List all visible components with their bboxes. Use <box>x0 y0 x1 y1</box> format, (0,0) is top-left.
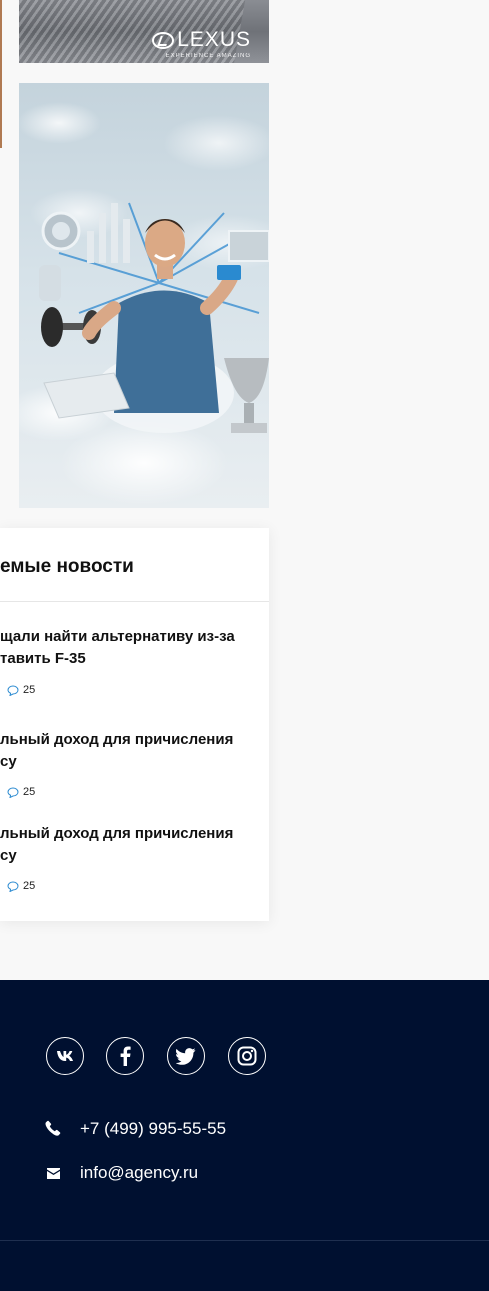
page-edge-accent <box>0 0 2 148</box>
news-item-comments: 25 <box>7 786 35 798</box>
news-item-comments: 25 <box>7 684 35 696</box>
footer-email[interactable]: info@agency.ru <box>80 1163 198 1183</box>
comment-bubble-icon <box>7 787 19 798</box>
instagram-link[interactable] <box>228 1037 266 1075</box>
facebook-icon <box>120 1046 131 1066</box>
comment-bubble-icon <box>7 685 19 696</box>
news-item-title[interactable]: льный доход для причисления су <box>0 729 250 773</box>
fitness-ad-illustration <box>39 202 269 433</box>
footer-divider <box>0 1240 489 1241</box>
lexus-ad-banner[interactable]: LEXUS EXPERIENCE AMAZING <box>19 0 269 63</box>
news-item-title[interactable]: льный доход для причисления су <box>0 823 250 867</box>
news-item-title[interactable]: щали найти альтернативу из-за тавить F-3… <box>0 626 250 670</box>
comment-bubble-icon <box>7 881 19 892</box>
news-item-comments: 25 <box>7 880 35 892</box>
news-widget-title: емые новости <box>0 556 134 577</box>
twitter-icon <box>176 1047 196 1065</box>
facebook-link[interactable] <box>106 1037 144 1075</box>
news-item-comment-count: 25 <box>23 880 36 892</box>
vk-icon <box>57 1051 73 1061</box>
twitter-link[interactable] <box>167 1037 205 1075</box>
news-item-comment-count: 25 <box>23 786 36 798</box>
email-icon <box>47 1168 60 1179</box>
lexus-wordmark: LEXUS <box>177 28 251 51</box>
lexus-logo: LEXUS EXPERIENCE AMAZING <box>152 28 251 59</box>
site-footer <box>0 980 489 1291</box>
news-item-comment-count: 25 <box>23 684 36 696</box>
instagram-icon <box>237 1046 257 1066</box>
footer-phone[interactable]: +7 (499) 995-55-55 <box>80 1119 226 1139</box>
news-divider <box>0 601 269 602</box>
fitness-ad-banner[interactable] <box>19 83 269 508</box>
lexus-emblem-icon <box>152 32 175 49</box>
phone-icon <box>45 1120 61 1136</box>
lexus-tagline: EXPERIENCE AMAZING <box>165 53 251 59</box>
vk-link[interactable] <box>46 1037 84 1075</box>
